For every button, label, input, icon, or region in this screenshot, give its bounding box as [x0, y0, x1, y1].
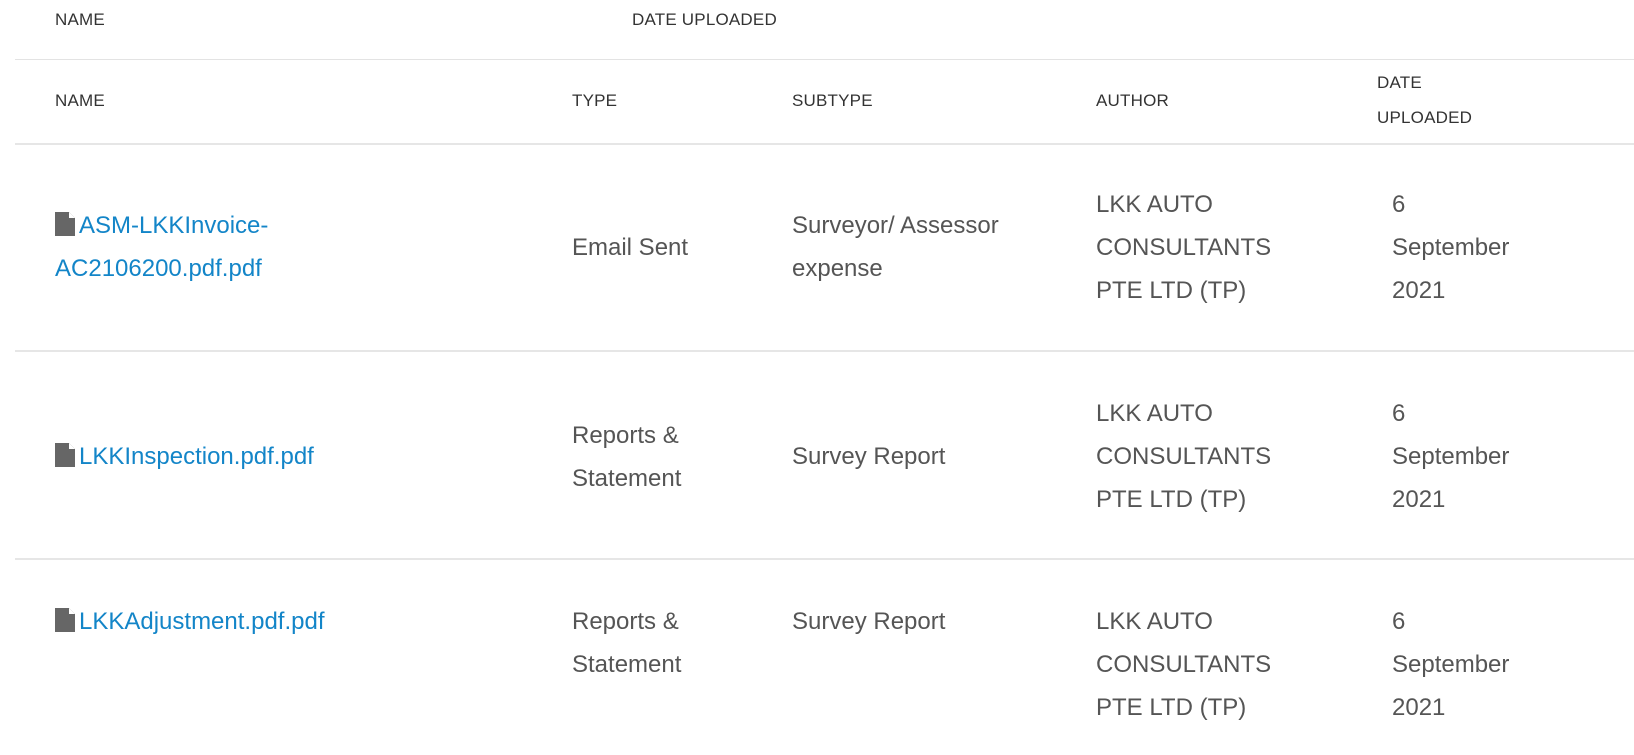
type-line1: Reports & — [572, 608, 679, 635]
date-line3: 2021 — [1392, 277, 1446, 304]
author-line3: PTE LTD (TP) — [1096, 486, 1247, 513]
collapsed-table-header: NAME DATE UPLOADED — [15, 0, 1634, 60]
type-line2: Statement — [572, 465, 682, 492]
type-line2: Statement — [572, 651, 682, 678]
column-header-type[interactable]: TYPE — [572, 89, 617, 113]
document-name-line1[interactable]: LKKInspection.pdf.pdf — [79, 443, 314, 470]
file-icon — [55, 608, 75, 632]
column-header-date-line1[interactable]: DATE — [1377, 71, 1422, 95]
author-line3: PTE LTD (TP) — [1096, 694, 1247, 721]
document-date: 6 September 2021 — [1392, 392, 1509, 521]
date-line3: 2021 — [1392, 486, 1446, 513]
author-line2: CONSULTANTS — [1096, 443, 1272, 470]
column-header-author[interactable]: AUTHOR — [1096, 89, 1169, 113]
document-subtype: Survey Report — [792, 600, 945, 643]
column-header-name[interactable]: NAME — [55, 89, 105, 113]
date-line3: 2021 — [1392, 694, 1446, 721]
document-link[interactable]: LKKInspection.pdf.pdf — [55, 435, 314, 478]
collapsed-header-name[interactable]: NAME — [55, 8, 105, 32]
date-line2: September — [1392, 651, 1510, 678]
author-line1: LKK AUTO — [1096, 191, 1213, 218]
column-header-date-line2[interactable]: UPLOADED — [1377, 106, 1472, 130]
document-subtype: Surveyor/ Assessor expense — [792, 204, 999, 290]
document-link[interactable]: ASM-LKKInvoice- AC2106200.pdf.pdf — [55, 204, 268, 290]
date-line1: 6 — [1392, 400, 1406, 427]
subtype-line1: Surveyor/ Assessor — [792, 212, 999, 239]
document-author: LKK AUTO CONSULTANTS PTE LTD (TP) — [1096, 600, 1271, 729]
document-name-line1[interactable]: LKKAdjustment.pdf.pdf — [79, 608, 324, 635]
author-line1: LKK AUTO — [1096, 400, 1213, 427]
file-icon — [55, 212, 75, 236]
column-header-subtype[interactable]: SUBTYPE — [792, 89, 873, 113]
type-line1: Email Sent — [572, 234, 689, 261]
table-header: NAME TYPE SUBTYPE AUTHOR DATE UPLOADED — [15, 59, 1634, 145]
table-row: ASM-LKKInvoice- AC2106200.pdf.pdf Email … — [15, 143, 1634, 352]
document-author: LKK AUTO CONSULTANTS PTE LTD (TP) — [1096, 392, 1271, 521]
date-line1: 6 — [1392, 191, 1406, 218]
author-line2: CONSULTANTS — [1096, 651, 1272, 678]
document-type: Email Sent — [572, 226, 688, 269]
author-line3: PTE LTD (TP) — [1096, 277, 1247, 304]
subtype-line1: Survey Report — [792, 608, 946, 635]
document-date: 6 September 2021 — [1392, 183, 1509, 312]
type-line1: Reports & — [572, 422, 679, 449]
author-line2: CONSULTANTS — [1096, 234, 1272, 261]
table-row: LKKAdjustment.pdf.pdf Reports & Statemen… — [15, 560, 1634, 755]
author-line1: LKK AUTO — [1096, 608, 1213, 635]
document-type: Reports & Statement — [572, 600, 681, 686]
subtype-line1: Survey Report — [792, 443, 946, 470]
file-icon — [55, 443, 75, 467]
documents-table: NAME DATE UPLOADED NAME TYPE SUBTYPE AUT… — [0, 0, 1634, 755]
document-author: LKK AUTO CONSULTANTS PTE LTD (TP) — [1096, 183, 1271, 312]
document-link[interactable]: LKKAdjustment.pdf.pdf — [55, 600, 324, 643]
table-row: LKKInspection.pdf.pdf Reports & Statemen… — [15, 352, 1634, 560]
document-name-line1[interactable]: ASM-LKKInvoice- — [79, 212, 268, 239]
date-line2: September — [1392, 234, 1510, 261]
collapsed-header-date-uploaded[interactable]: DATE UPLOADED — [632, 8, 777, 32]
document-type: Reports & Statement — [572, 414, 681, 500]
document-date: 6 September 2021 — [1392, 600, 1509, 729]
subtype-line2: expense — [792, 255, 883, 282]
date-line2: September — [1392, 443, 1510, 470]
document-name-line2[interactable]: AC2106200.pdf.pdf — [55, 255, 262, 282]
date-line1: 6 — [1392, 608, 1406, 635]
document-subtype: Survey Report — [792, 435, 945, 478]
